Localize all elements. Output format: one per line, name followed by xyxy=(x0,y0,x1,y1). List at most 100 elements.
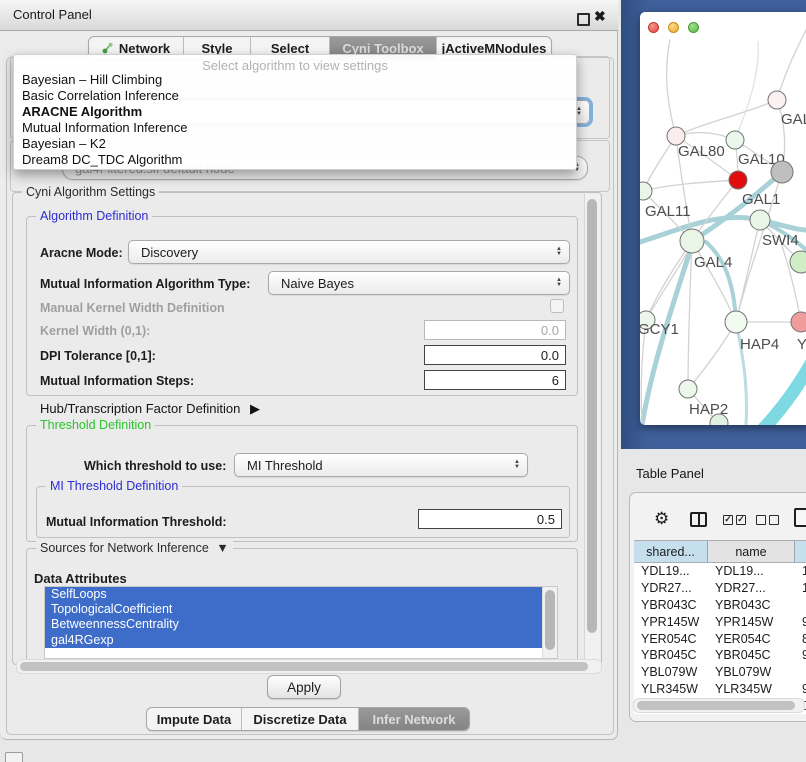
table-settings-gear-button[interactable]: ⚙ xyxy=(654,509,669,529)
table-row[interactable]: YDR27...YDR27...12 xyxy=(634,580,806,597)
network-view-window[interactable]: GALGAL80GAL10GAL1GAL11SWI4GAL4GCY1HAP4YH… xyxy=(640,12,806,425)
table-row[interactable]: YER054CYER054C8. xyxy=(634,630,806,647)
apply-button-label: Apply xyxy=(287,680,321,695)
chevron-updown-icon: ▲▼ xyxy=(556,247,562,257)
manual-kernel-width-checkbox[interactable] xyxy=(550,299,564,313)
expand-right-icon: ▶ xyxy=(250,401,260,416)
table-panel-title: Table Panel xyxy=(636,466,704,481)
table-cell: YBR045C xyxy=(708,648,795,662)
network-edge[interactable] xyxy=(688,322,736,389)
table-cell: 9. xyxy=(795,648,806,662)
collapse-down-icon[interactable]: ▼ xyxy=(216,541,228,555)
network-node-hap4[interactable] xyxy=(725,311,747,333)
table-cell: YLR345W xyxy=(634,682,708,696)
table-row[interactable]: YBR045CYBR045C9. xyxy=(634,647,806,664)
unchecked-box-icon xyxy=(756,515,766,525)
table-row[interactable]: YLR345WYLR345W9. xyxy=(634,681,806,698)
mi-steps-label: Mutual Information Steps: xyxy=(40,374,194,388)
deselect-all-rows-button[interactable] xyxy=(756,515,779,525)
network-graph[interactable]: GALGAL80GAL10GAL1GAL11SWI4GAL4GCY1HAP4YH… xyxy=(640,12,806,425)
float-window-icon[interactable] xyxy=(577,13,590,26)
tab-impute-data[interactable]: Impute Data xyxy=(147,708,242,730)
network-node-y[interactable] xyxy=(791,312,806,332)
network-node-swi4[interactable] xyxy=(750,210,770,230)
popup-item[interactable]: Mutual Information Inference xyxy=(14,120,576,136)
mi-threshold-field[interactable]: 0.5 xyxy=(418,509,562,529)
dpi-tolerance-field[interactable]: 0.0 xyxy=(424,345,566,365)
table-row[interactable]: YDL19...YDL19...13 xyxy=(634,563,806,580)
kernel-width-field[interactable]: 0.0 xyxy=(424,320,566,340)
column-header-partial[interactable] xyxy=(795,541,806,562)
settings-horizontal-scrollbar[interactable] xyxy=(16,659,602,674)
network-node-gal10[interactable] xyxy=(726,131,744,149)
table-row[interactable]: YBR043CYBR043C xyxy=(634,597,806,614)
popup-item[interactable]: Bayesian – Hill Climbing xyxy=(14,72,576,88)
network-edge[interactable] xyxy=(667,40,676,136)
network-edge[interactable] xyxy=(777,30,806,100)
network-node-hap2[interactable] xyxy=(679,380,697,398)
settings-vertical-scrollbar-thumb[interactable] xyxy=(587,199,597,633)
network-tab-icon xyxy=(102,42,114,54)
table-cell: 9. xyxy=(795,682,806,696)
network-node-label: HAP4 xyxy=(740,336,779,353)
aracne-mode-combobox[interactable]: Discovery ▲▼ xyxy=(128,240,570,264)
select-all-rows-button[interactable]: ✓ ✓ xyxy=(723,515,746,525)
data-attribute-item[interactable]: BetweennessCentrality xyxy=(45,617,557,632)
table-cell: YPR145W xyxy=(634,615,708,629)
mi-steps-field[interactable]: 6 xyxy=(424,370,566,390)
data-attributes-list[interactable]: SelfLoopsTopologicalCoefficientBetweenne… xyxy=(44,586,558,659)
table-cell: YDL19... xyxy=(634,564,708,578)
cyni-mode-tabbar: Impute Data Discretize Data Infer Networ… xyxy=(146,707,470,731)
apply-button[interactable]: Apply xyxy=(267,675,341,699)
mi-algorithm-type-combobox[interactable]: Naive Bayes ▲▼ xyxy=(268,271,570,295)
tab-discretize-data[interactable]: Discretize Data xyxy=(242,708,359,730)
network-edge[interactable] xyxy=(735,42,758,140)
column-header-name[interactable]: name xyxy=(708,541,795,562)
control-panel-window: Control Panel ✖ Network Style Select Cyn… xyxy=(0,0,618,740)
network-node[interactable] xyxy=(771,161,793,183)
network-edge[interactable] xyxy=(764,362,806,425)
network-node-label: SWI4 xyxy=(762,232,799,249)
close-icon[interactable]: ✖ xyxy=(594,8,606,25)
which-threshold-combobox[interactable]: MI Threshold ▲▼ xyxy=(234,453,528,477)
column-header-shared-name[interactable]: shared... xyxy=(634,541,708,562)
hub-definition-expander[interactable]: Hub/Transcription Factor Definition ▶ xyxy=(40,401,260,417)
network-node-gal1[interactable] xyxy=(729,171,747,189)
data-attribute-item[interactable]: SelfLoops xyxy=(45,587,557,602)
chevron-updown-icon: ▲▼ xyxy=(514,460,520,470)
table-row[interactable]: YPR145WYPR145W9. xyxy=(634,613,806,630)
document-icon-button[interactable] xyxy=(794,508,806,527)
network-edge[interactable] xyxy=(643,180,738,191)
popup-item[interactable]: ARACNE Algorithm xyxy=(14,104,576,120)
network-edge[interactable] xyxy=(646,245,692,320)
tab-infer-network[interactable]: Infer Network xyxy=(359,708,469,730)
cyni-algorithm-settings-title: Cyni Algorithm Settings xyxy=(22,185,159,199)
network-node-label: GAL4 xyxy=(694,254,732,271)
popup-item[interactable]: Dream8 DC_TDC Algorithm xyxy=(14,152,576,168)
table-row[interactable]: YBL079WYBL079W xyxy=(634,664,806,681)
table-cell: 13 xyxy=(795,564,806,578)
settings-horizontal-scrollbar-thumb[interactable] xyxy=(20,662,588,671)
algorithm-select-popup: Select algorithm to view settings Bayesi… xyxy=(13,54,577,170)
control-panel-titlebar[interactable] xyxy=(0,0,618,31)
table-cell: YBR043C xyxy=(634,598,708,612)
popup-item[interactable]: Basic Correlation Inference xyxy=(14,88,576,104)
data-attribute-item[interactable]: TopologicalCoefficient xyxy=(45,602,557,617)
table-cell: YER054C xyxy=(634,632,708,646)
network-edge[interactable] xyxy=(643,136,676,191)
popup-placeholder: Select algorithm to view settings xyxy=(14,55,576,72)
settings-vertical-scrollbar[interactable] xyxy=(584,194,600,663)
table-horizontal-scrollbar[interactable] xyxy=(633,698,805,713)
minimized-panel-icon[interactable] xyxy=(5,752,23,762)
list-vertical-scrollbar[interactable] xyxy=(542,587,557,658)
list-vertical-scrollbar-thumb[interactable] xyxy=(545,590,555,650)
data-attribute-item[interactable]: gal4RGexp xyxy=(45,633,557,648)
table-horizontal-scrollbar-thumb[interactable] xyxy=(637,701,795,710)
network-node-gal4[interactable] xyxy=(680,229,704,253)
network-edge[interactable] xyxy=(676,100,777,136)
network-node-gal[interactable] xyxy=(768,91,786,109)
popup-item[interactable]: Bayesian – K2 xyxy=(14,136,576,152)
kernel-width-label: Kernel Width (0,1): xyxy=(40,324,150,338)
checked-box-icon: ✓ xyxy=(736,515,746,525)
column-layout-button[interactable] xyxy=(690,512,707,527)
